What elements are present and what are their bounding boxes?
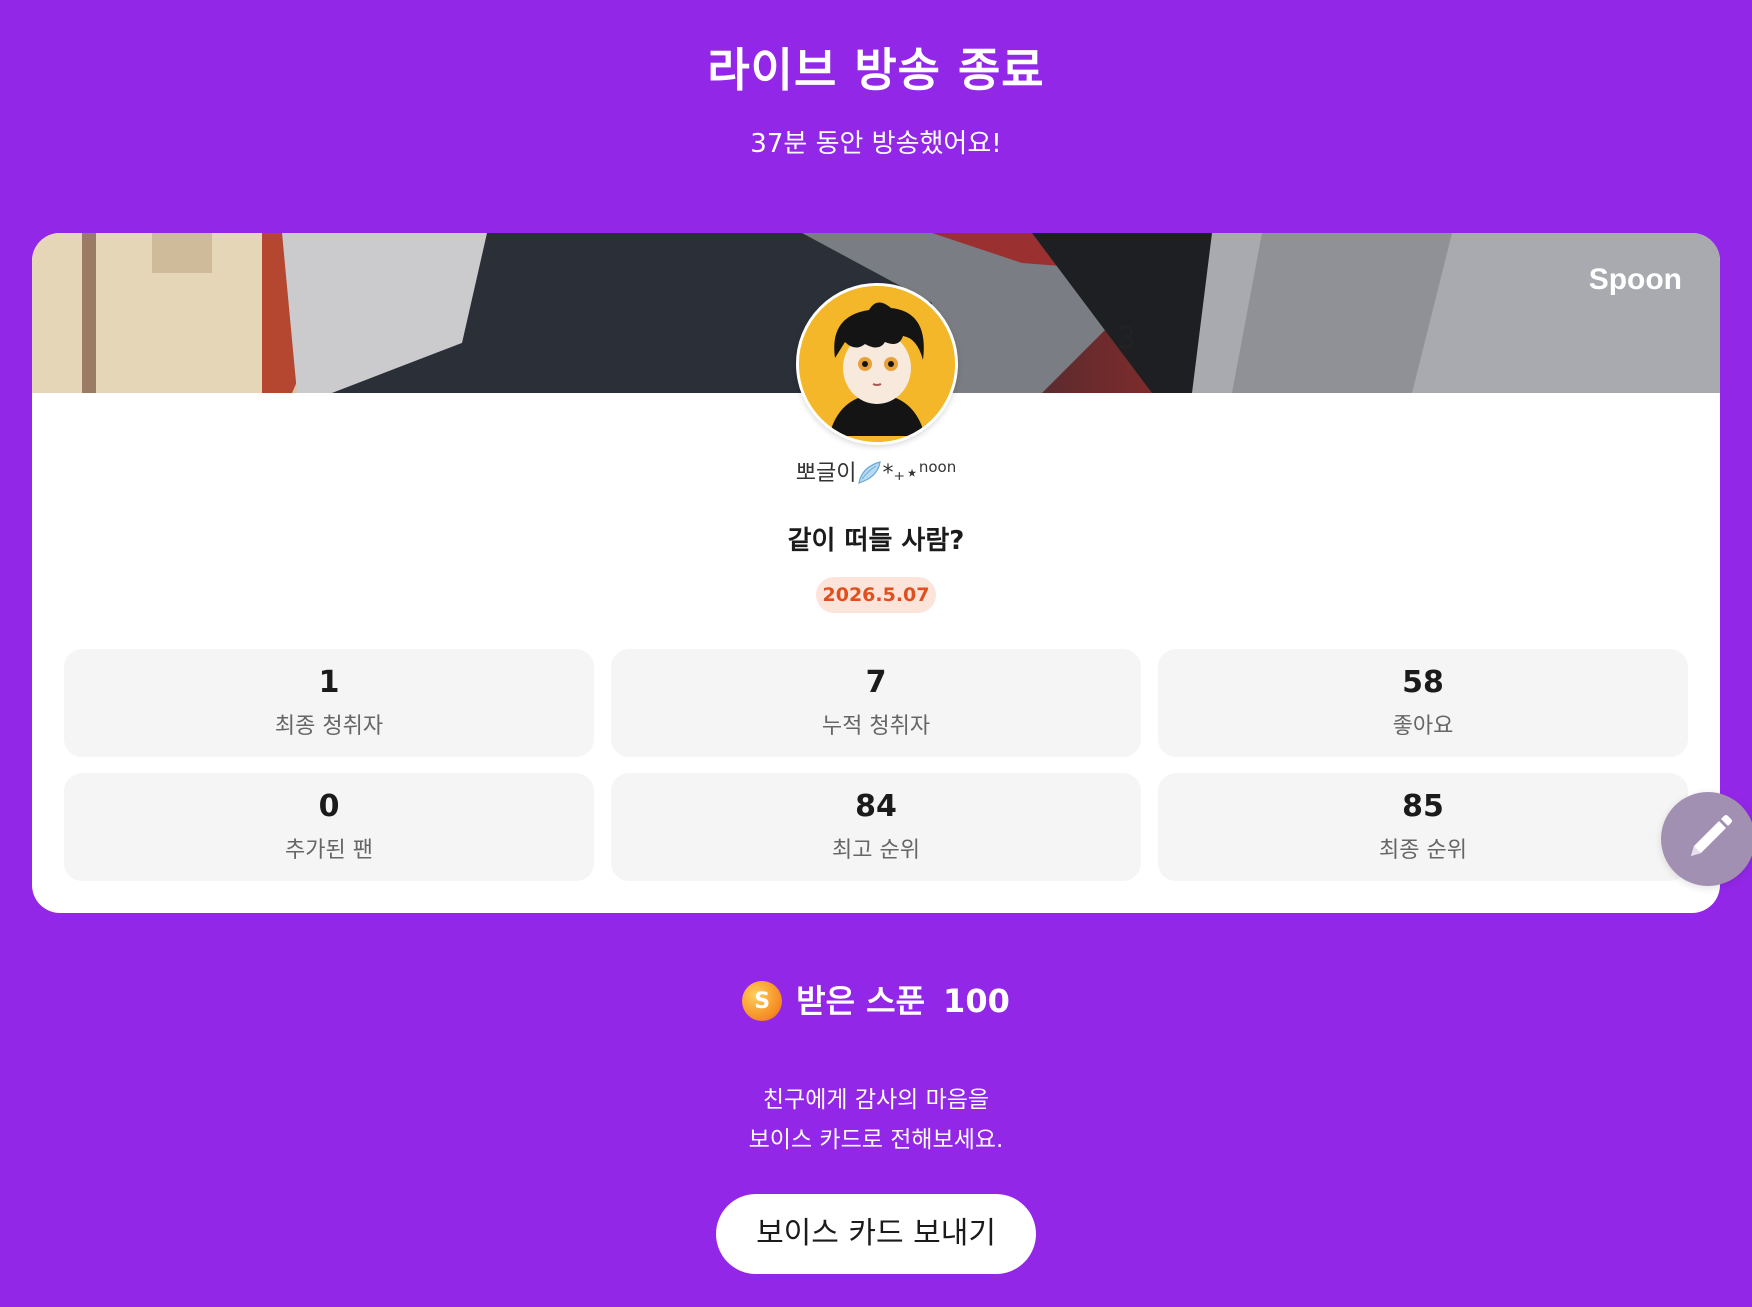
date-badge: 2026.5.07 <box>816 577 936 613</box>
stat-value: 1 <box>318 665 340 700</box>
stat-final-listeners: 1 최종 청취자 <box>64 649 594 757</box>
avatar-illustration <box>799 286 955 442</box>
stat-value: 58 <box>1402 665 1444 700</box>
broadcast-duration: 37분 동안 방송했어요! <box>750 129 1002 159</box>
thanks-line-1: 친구에게 감사의 마음을 <box>762 1087 990 1113</box>
avatar[interactable] <box>796 283 958 445</box>
host-nickname[interactable]: 뽀글이 *₊⋆noon <box>32 451 1720 490</box>
spoon-logo: Spoon <box>1588 263 1682 296</box>
stat-final-rank: 85 최종 순위 <box>1158 773 1688 881</box>
spoon-coin-icon: S <box>742 981 783 1021</box>
stat-total-listeners: 7 누적 청취자 <box>611 649 1141 757</box>
broadcast-summary-card: 3 Spoon 뽀글이 *₊⋆noon 같이 떠들 사람? 2026.5.07 1… <box>32 233 1720 913</box>
pencil-icon <box>1691 815 1732 856</box>
stat-label: 추가된 팬 <box>285 838 373 863</box>
thanks-message: 친구에게 감사의 마음을 보이스 카드로 전해보세요. <box>0 1080 1752 1160</box>
spoons-label: 받은 스푼 <box>796 982 926 1020</box>
send-voice-card-button[interactable]: 보이스 카드 보내기 <box>716 1194 1036 1274</box>
nickname-sup: noon <box>918 458 957 476</box>
wing-icon <box>856 461 882 486</box>
live-title: 같이 떠들 사람? <box>787 526 965 556</box>
thanks-line-2: 보이스 카드로 전해보세요. <box>748 1127 1004 1153</box>
stat-label: 최종 청취자 <box>274 714 384 739</box>
nickname-text: 뽀글이 <box>795 461 857 486</box>
stat-value: 0 <box>318 789 340 824</box>
stat-highest-rank: 84 최고 순위 <box>611 773 1141 881</box>
page-title: 라이브 방송 종료 <box>707 43 1045 97</box>
svg-text:3: 3 <box>1117 321 1136 356</box>
spoons-count: 100 <box>943 982 1010 1020</box>
stat-value: 7 <box>865 665 887 700</box>
received-spoons: S 받은 스푼 100 <box>0 978 1752 1024</box>
nickname-suffix: *₊⋆ <box>882 461 919 486</box>
stat-label: 최고 순위 <box>832 838 920 863</box>
edit-button[interactable] <box>1661 792 1752 886</box>
stat-label: 누적 청취자 <box>821 714 931 739</box>
stat-label: 좋아요 <box>1392 714 1454 739</box>
stat-new-fans: 0 추가된 팬 <box>64 773 594 881</box>
stat-value: 84 <box>855 789 897 824</box>
stat-likes: 58 좋아요 <box>1158 649 1688 757</box>
stat-label: 최종 순위 <box>1379 838 1467 863</box>
stat-value: 85 <box>1402 789 1444 824</box>
